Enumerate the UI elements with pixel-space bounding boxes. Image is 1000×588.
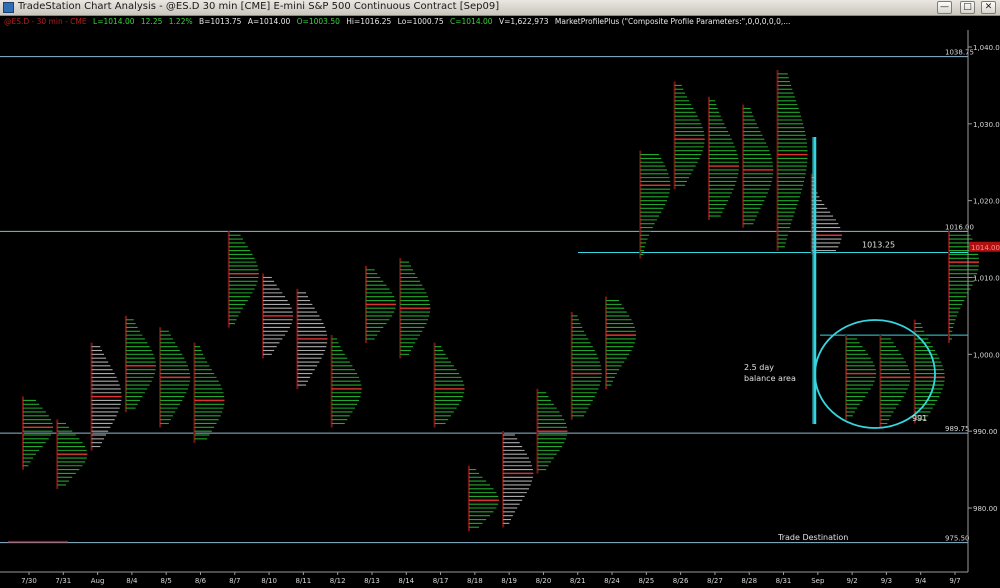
x-tick-label: 8/5 [161, 577, 172, 585]
profile-8/31 [776, 69, 808, 251]
profile-8/26 [673, 81, 705, 190]
y-tick-label: 1,000.00 [973, 351, 1000, 359]
x-tick-label: 8/21 [570, 577, 586, 585]
profile-8/10 [262, 273, 294, 359]
status-symbol: @ES.D - 30 min - CME [4, 17, 87, 26]
profile-8/12 [330, 334, 362, 428]
profile-8/21 [570, 311, 602, 420]
x-tick-label: 8/18 [467, 577, 483, 585]
status-close: C=1014.00 [450, 17, 493, 26]
x-tick-label: 9/3 [881, 577, 892, 585]
x-tick-label: 8/12 [330, 577, 346, 585]
y-tick-label: 980.00 [973, 505, 998, 513]
level-label-upper-balance: 1016.00 [945, 223, 974, 231]
status-study: MarketProfilePlus ("Composite Profile Pa… [554, 17, 791, 26]
status-open: O=1003.50 [296, 17, 340, 26]
profile-8/6 [193, 342, 225, 443]
profile-8/24 [605, 296, 637, 390]
y-tick-label: 1,010.00 [973, 275, 1000, 283]
status-last: L=1014.00 [93, 17, 135, 26]
x-tick-label: 8/28 [741, 577, 757, 585]
status-bid: B=1013.75 [198, 17, 242, 26]
x-tick-label: 8/4 [126, 577, 138, 585]
profile-8/18 [467, 465, 499, 532]
annotation-destination-note: Trade Destination [777, 533, 848, 542]
level-label-upper-reference: 1038.75 [945, 49, 974, 57]
x-tick-label: 7/31 [55, 577, 71, 585]
y-tick-label: 1,020.00 [973, 198, 1000, 206]
x-tick-label: 8/14 [398, 577, 414, 585]
profile-8/20 [536, 388, 568, 474]
profile-9/2 [845, 334, 877, 420]
x-tick-label: 8/24 [604, 577, 620, 585]
profile-Sep [810, 173, 842, 255]
level-label-trade-destination: 975.50 [945, 535, 970, 543]
x-tick-label: 8/27 [707, 577, 723, 585]
x-tick-label: 7/30 [21, 577, 37, 585]
x-tick-label: 9/2 [846, 577, 857, 585]
profile-8/25 [639, 150, 671, 259]
x-tick-label: 8/26 [673, 577, 689, 585]
profile-8/5 [159, 327, 191, 428]
status-pct: 1.22% [168, 17, 193, 26]
chart-window: TradeStation Chart Analysis - @ES.D 30 m… [0, 0, 1000, 588]
x-tick-label: 8/25 [638, 577, 654, 585]
profile-7/31 [56, 419, 88, 489]
profile-8/11 [296, 288, 328, 390]
profile-8/4 [124, 315, 156, 413]
market-profile-chart[interactable]: 1038.75 1016.00 989.75 975.50 1013.25 2.5 da… [0, 0, 1000, 588]
last-price-label: 1014.00 [971, 244, 1000, 252]
x-tick-label: 8/10 [261, 577, 277, 585]
profile-8/7 [227, 231, 259, 328]
x-tick-label: 8/17 [433, 577, 449, 585]
annotation-balance-note-line2: balance area [744, 374, 796, 383]
status-high: Hi=1016.25 [346, 17, 392, 26]
y-tick-label: 990.00 [973, 428, 998, 436]
status-ask: A=1014.00 [247, 17, 291, 26]
status-change: 12.25 [140, 17, 163, 26]
status-line: @ES.D - 30 min - CME L=1014.00 12.25 1.2… [4, 17, 794, 26]
x-tick-label: 9/4 [915, 577, 927, 585]
profile-9/3 [879, 334, 911, 428]
x-tick-label: Aug [91, 577, 105, 585]
x-tick-label: 8/31 [776, 577, 792, 585]
x-tick-label: 8/11 [296, 577, 312, 585]
x-tick-label: Sep [811, 577, 825, 585]
x-tick-label: 8/7 [229, 577, 240, 585]
status-low: Lo=1000.75 [397, 17, 444, 26]
profile-8/13 [364, 265, 396, 343]
profile-Aug [90, 342, 122, 451]
profile-8/28 [742, 104, 774, 228]
x-tick-label: 8/13 [364, 577, 380, 585]
x-tick-label: 9/7 [949, 577, 960, 585]
status-volume: V=1,622,973 [498, 17, 549, 26]
y-tick-label: 1,040.00 [973, 44, 1000, 52]
x-tick-label: 8/6 [195, 577, 207, 585]
profile-8/19 [502, 431, 534, 528]
level-label-lower-reference: 989.75 [945, 425, 970, 433]
profile-8/17 [433, 342, 465, 428]
profile-8/27 [707, 96, 739, 221]
y-tick-label: 1,030.00 [973, 121, 1000, 129]
x-tick-label: 8/20 [536, 577, 552, 585]
annotation-level-991: 991 [912, 414, 927, 423]
annotation-balance-note-line1: 2.5 day [744, 363, 774, 372]
profile-8/14 [399, 258, 431, 359]
annotation-level-1013: 1013.25 [862, 241, 895, 250]
x-tick-label: 8/19 [501, 577, 517, 585]
